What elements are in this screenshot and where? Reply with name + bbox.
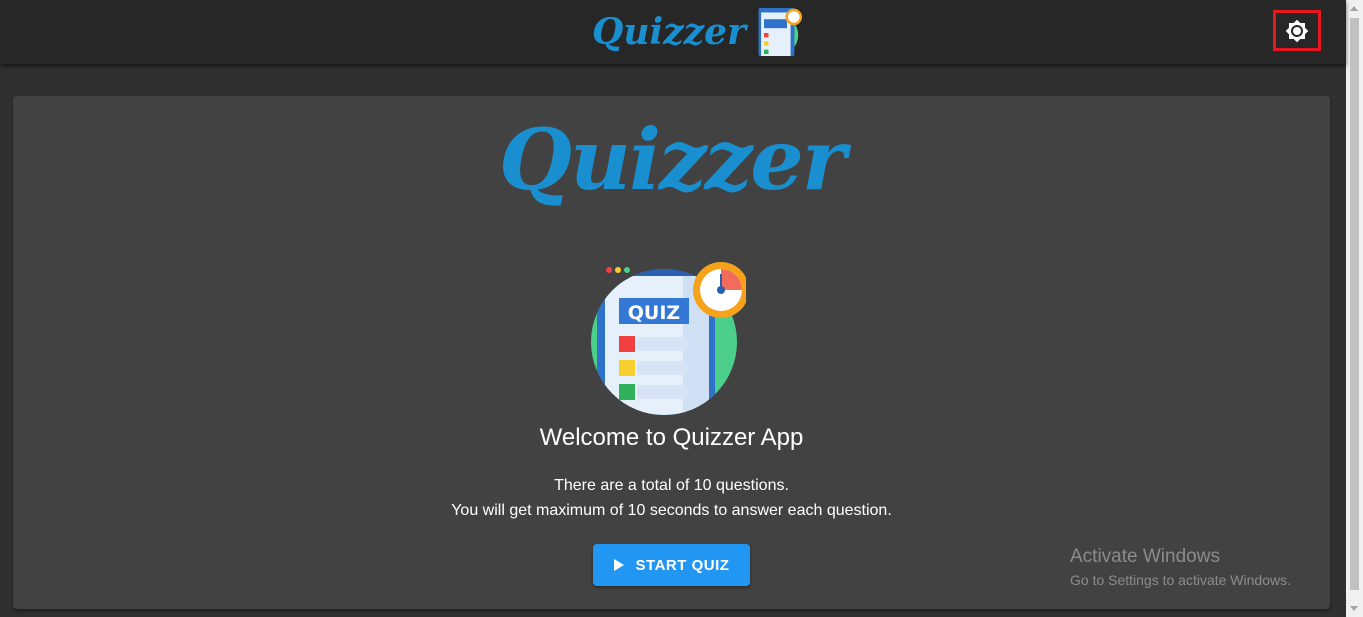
quiz-logo-icon xyxy=(758,8,803,56)
quiz-label: QUIZ xyxy=(628,302,680,324)
hero-logo: Quizzer xyxy=(498,110,846,209)
watermark-title: Activate Windows xyxy=(1070,546,1220,567)
scroll-down-arrow-icon[interactable] xyxy=(1350,606,1358,611)
start-quiz-label: START QUIZ xyxy=(635,556,730,574)
play-icon xyxy=(613,559,624,571)
info-line-questions: There are a total of 10 questions. xyxy=(554,477,789,494)
vertical-scrollbar[interactable] xyxy=(1346,0,1363,617)
quiz-illustration: QUIZ xyxy=(591,262,746,415)
windows-activation-watermark: Activate Windows Go to Settings to activ… xyxy=(1070,546,1291,588)
brand-wordmark: Quizzer xyxy=(592,11,746,53)
scrollbar-thumb[interactable] xyxy=(1350,18,1359,590)
brightness-icon xyxy=(1285,19,1309,42)
app-logo[interactable]: Quizzer xyxy=(592,8,804,56)
scroll-up-arrow-icon[interactable] xyxy=(1350,6,1358,11)
welcome-card: Quizzer QUIZ Welcome to Quizzer App Ther xyxy=(13,96,1330,609)
start-quiz-button[interactable]: START QUIZ xyxy=(593,544,750,586)
welcome-heading: Welcome to Quizzer App xyxy=(539,424,804,451)
theme-toggle-button[interactable] xyxy=(1273,10,1321,51)
watermark-subtitle: Go to Settings to activate Windows. xyxy=(1070,572,1291,588)
info-line-time: You will get maximum of 10 seconds to an… xyxy=(451,502,892,519)
quiz-info: There are a total of 10 questions. You w… xyxy=(13,473,1330,523)
app-bar: Quizzer xyxy=(0,0,1346,64)
